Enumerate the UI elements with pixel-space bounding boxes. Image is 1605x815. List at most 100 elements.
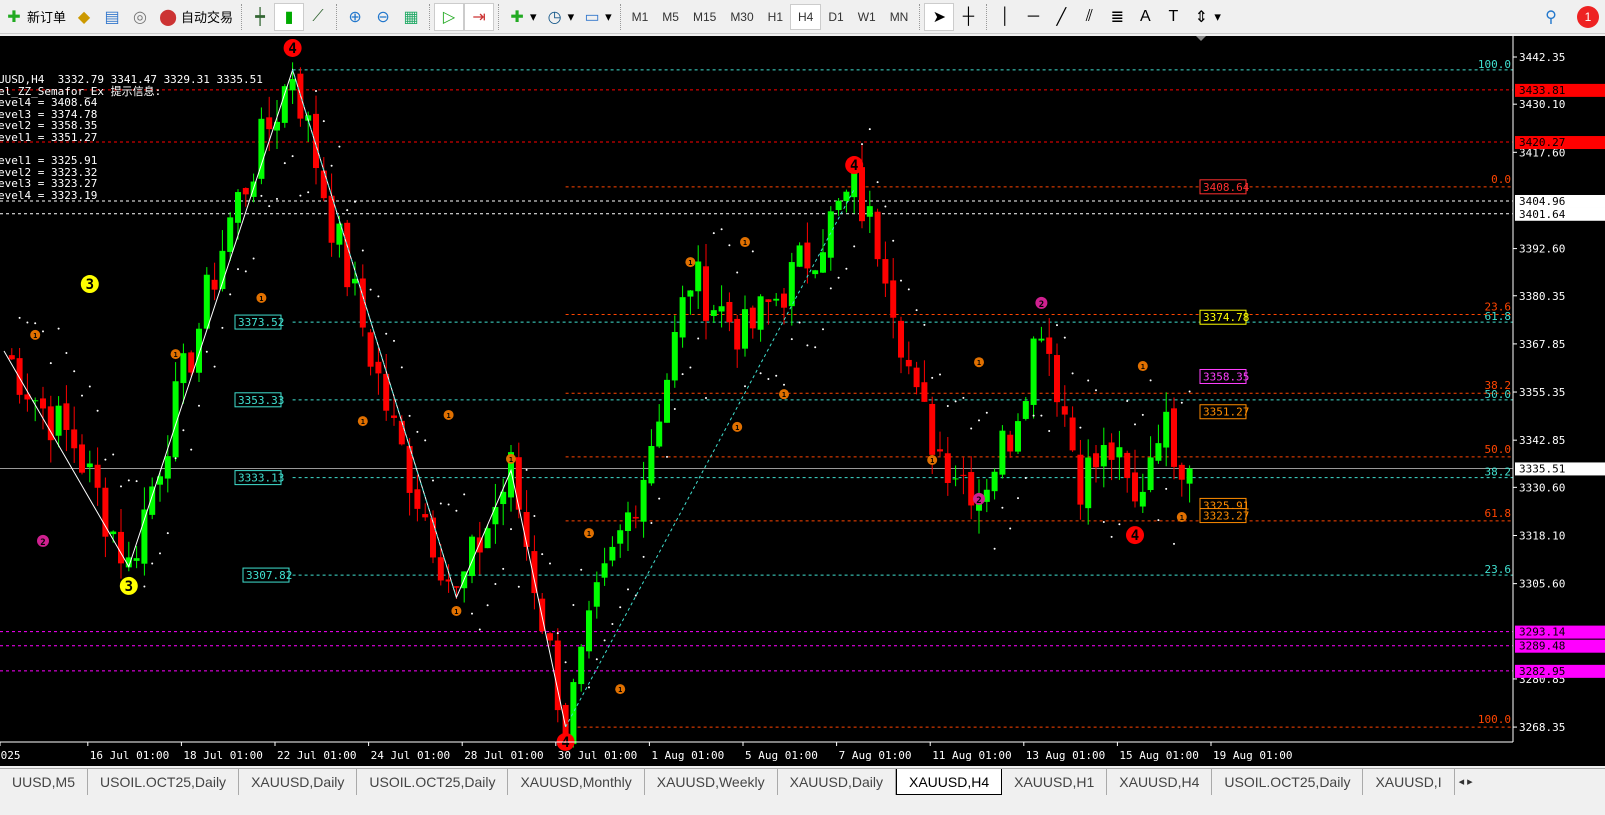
text-button[interactable]: A xyxy=(1131,3,1159,31)
candle-body xyxy=(164,456,171,479)
sar-dot xyxy=(1009,527,1012,530)
search-icon: ⚲ xyxy=(1545,8,1557,26)
semafor-label: 1 xyxy=(587,530,591,538)
timeframe-d1[interactable]: D1 xyxy=(821,4,850,30)
candle-body xyxy=(1061,406,1068,415)
autoscroll-button[interactable]: ▷ xyxy=(434,2,465,31)
sar-dot xyxy=(978,419,980,422)
candle-body xyxy=(890,280,897,318)
fibonacci-button[interactable]: ≣ xyxy=(1103,3,1131,31)
tile-windows-button[interactable]: ▦ xyxy=(397,3,425,31)
chart-tab[interactable]: XAUUSD,I xyxy=(1363,769,1455,795)
timeframe-h1[interactable]: H1 xyxy=(761,4,790,30)
arrows-icon: ⇕ xyxy=(1194,8,1209,26)
sar-dot xyxy=(26,321,29,324)
text-label-button[interactable]: T xyxy=(1159,3,1187,31)
timeframe-m5[interactable]: M5 xyxy=(655,4,686,30)
fib-level-label: 23.6 xyxy=(1485,563,1512,576)
candle-body xyxy=(570,682,577,745)
chart-tab[interactable]: XAUUSD,Weekly xyxy=(645,769,778,795)
candlestick-button[interactable]: ▮ xyxy=(274,2,305,31)
candle-body xyxy=(742,309,748,349)
auto-trading-button[interactable]: ⬤ 自动交易 xyxy=(154,3,237,31)
zoom-in-button[interactable]: ⊕ xyxy=(341,3,369,31)
search-button[interactable]: ⚲ xyxy=(1537,3,1565,31)
timeframe-w1[interactable]: W1 xyxy=(851,4,883,30)
market-watch-button[interactable]: ◆ xyxy=(70,3,98,31)
crosshair-button[interactable]: ┼ xyxy=(954,3,982,31)
chart-tab[interactable]: USOIL.OCT25,Daily xyxy=(357,769,509,795)
crosshair-icon: ┼ xyxy=(962,7,975,25)
sar-dot xyxy=(1110,535,1113,538)
chart-shift-icon: ⇥ xyxy=(472,8,486,26)
sar-dot xyxy=(432,479,434,482)
candle-body xyxy=(1093,453,1099,468)
vertical-line-button[interactable]: │ xyxy=(991,3,1019,31)
candle-body xyxy=(773,298,780,301)
fib-level-label: 100.0 xyxy=(1478,713,1511,726)
timeframe-mn[interactable]: MN xyxy=(883,4,916,30)
chart-tab[interactable]: USOIL.OCT25,Daily xyxy=(1212,769,1364,795)
candle-body xyxy=(1046,337,1053,354)
candle-body xyxy=(929,403,936,455)
time-tick-label: 7 Aug 01:00 xyxy=(839,749,912,762)
candle-body xyxy=(1054,355,1060,403)
chart-tab[interactable]: XAUUSD,Daily xyxy=(778,769,896,795)
semafor-label: 4 xyxy=(850,158,858,174)
chart-tab[interactable]: XAUUSD,H4 xyxy=(895,769,1003,795)
sar-dot xyxy=(424,439,427,442)
channel-button[interactable]: ⫽ xyxy=(1075,3,1103,31)
timeframe-m30[interactable]: M30 xyxy=(723,4,760,30)
indicators-button[interactable]: ✚ ▾ xyxy=(503,3,541,31)
templates-button[interactable]: ▭ ▾ xyxy=(578,3,616,31)
bar-chart-button[interactable]: ┿ xyxy=(246,3,274,31)
chart-tab[interactable]: XAUUSD,Monthly xyxy=(508,769,645,795)
data-window-button[interactable]: ▤ xyxy=(98,3,126,31)
candlestick-icon: ▮ xyxy=(284,8,294,26)
chart-tab[interactable]: XAUUSD,Daily xyxy=(239,769,358,795)
timeframe-m1[interactable]: M1 xyxy=(625,4,656,30)
trendline-button[interactable]: ╱ xyxy=(1047,3,1075,31)
fib-level-label: 0.0 xyxy=(1491,173,1511,186)
time-tick-label: 16 Jul 01:00 xyxy=(90,749,169,762)
sar-dot xyxy=(205,350,208,353)
semafor-label: 1 xyxy=(735,424,739,432)
candle-body xyxy=(1171,408,1177,467)
horizontal-line-button[interactable]: ─ xyxy=(1019,3,1047,31)
tab-scroll-arrows[interactable]: ◂ ▸ xyxy=(1455,769,1477,795)
candle-body xyxy=(804,242,811,269)
cursor-button[interactable]: ➤ xyxy=(924,2,955,31)
sar-dot xyxy=(408,414,411,417)
candle-body xyxy=(8,355,15,360)
timeframe-m15[interactable]: M15 xyxy=(686,4,723,30)
chart-tab[interactable]: USOIL.OCT25,Daily xyxy=(88,769,240,795)
zoom-out-icon: ⊖ xyxy=(376,8,390,26)
new-order-button[interactable]: ✚ 新订单 xyxy=(0,3,70,31)
price-chart[interactable]: 100.0 61.8 50.0 38.2 23.6 0.0 23.6 38.2 50.0 61.8… xyxy=(0,36,1605,766)
semafor-label: 1 xyxy=(618,686,622,694)
candle-body xyxy=(781,293,787,308)
navigator-button[interactable]: ◎ xyxy=(126,3,154,31)
timeframe-h4[interactable]: H4 xyxy=(790,3,822,30)
sar-dot xyxy=(486,604,489,607)
notifications-button[interactable]: 1 xyxy=(1565,3,1605,31)
sar-dot xyxy=(549,562,551,565)
line-chart-button[interactable]: ⟋ xyxy=(304,3,332,31)
sar-dot xyxy=(65,351,68,354)
candle-body xyxy=(313,113,319,169)
zoom-out-button[interactable]: ⊖ xyxy=(369,3,397,31)
sar-dot xyxy=(1102,521,1105,524)
periods-button[interactable]: ◷ ▾ xyxy=(541,3,579,31)
sar-dot xyxy=(81,394,83,397)
sar-dot xyxy=(447,503,450,506)
chart-tab[interactable]: XAUUSD,H1 xyxy=(1002,769,1108,795)
fib-level-label: 50.0 xyxy=(1485,443,1512,456)
chart-shift-button[interactable]: ⇥ xyxy=(464,2,495,31)
chart-tab[interactable]: UUSD,M5 xyxy=(0,769,89,795)
sar-dot xyxy=(1063,336,1066,339)
chart-tab[interactable]: XAUUSD,H4 xyxy=(1107,769,1213,795)
sar-dot xyxy=(728,244,731,247)
candle-body xyxy=(515,457,522,510)
auto-trading-icon: ⬤ xyxy=(159,8,177,26)
arrows-button[interactable]: ⇕ ▾ xyxy=(1187,3,1225,31)
